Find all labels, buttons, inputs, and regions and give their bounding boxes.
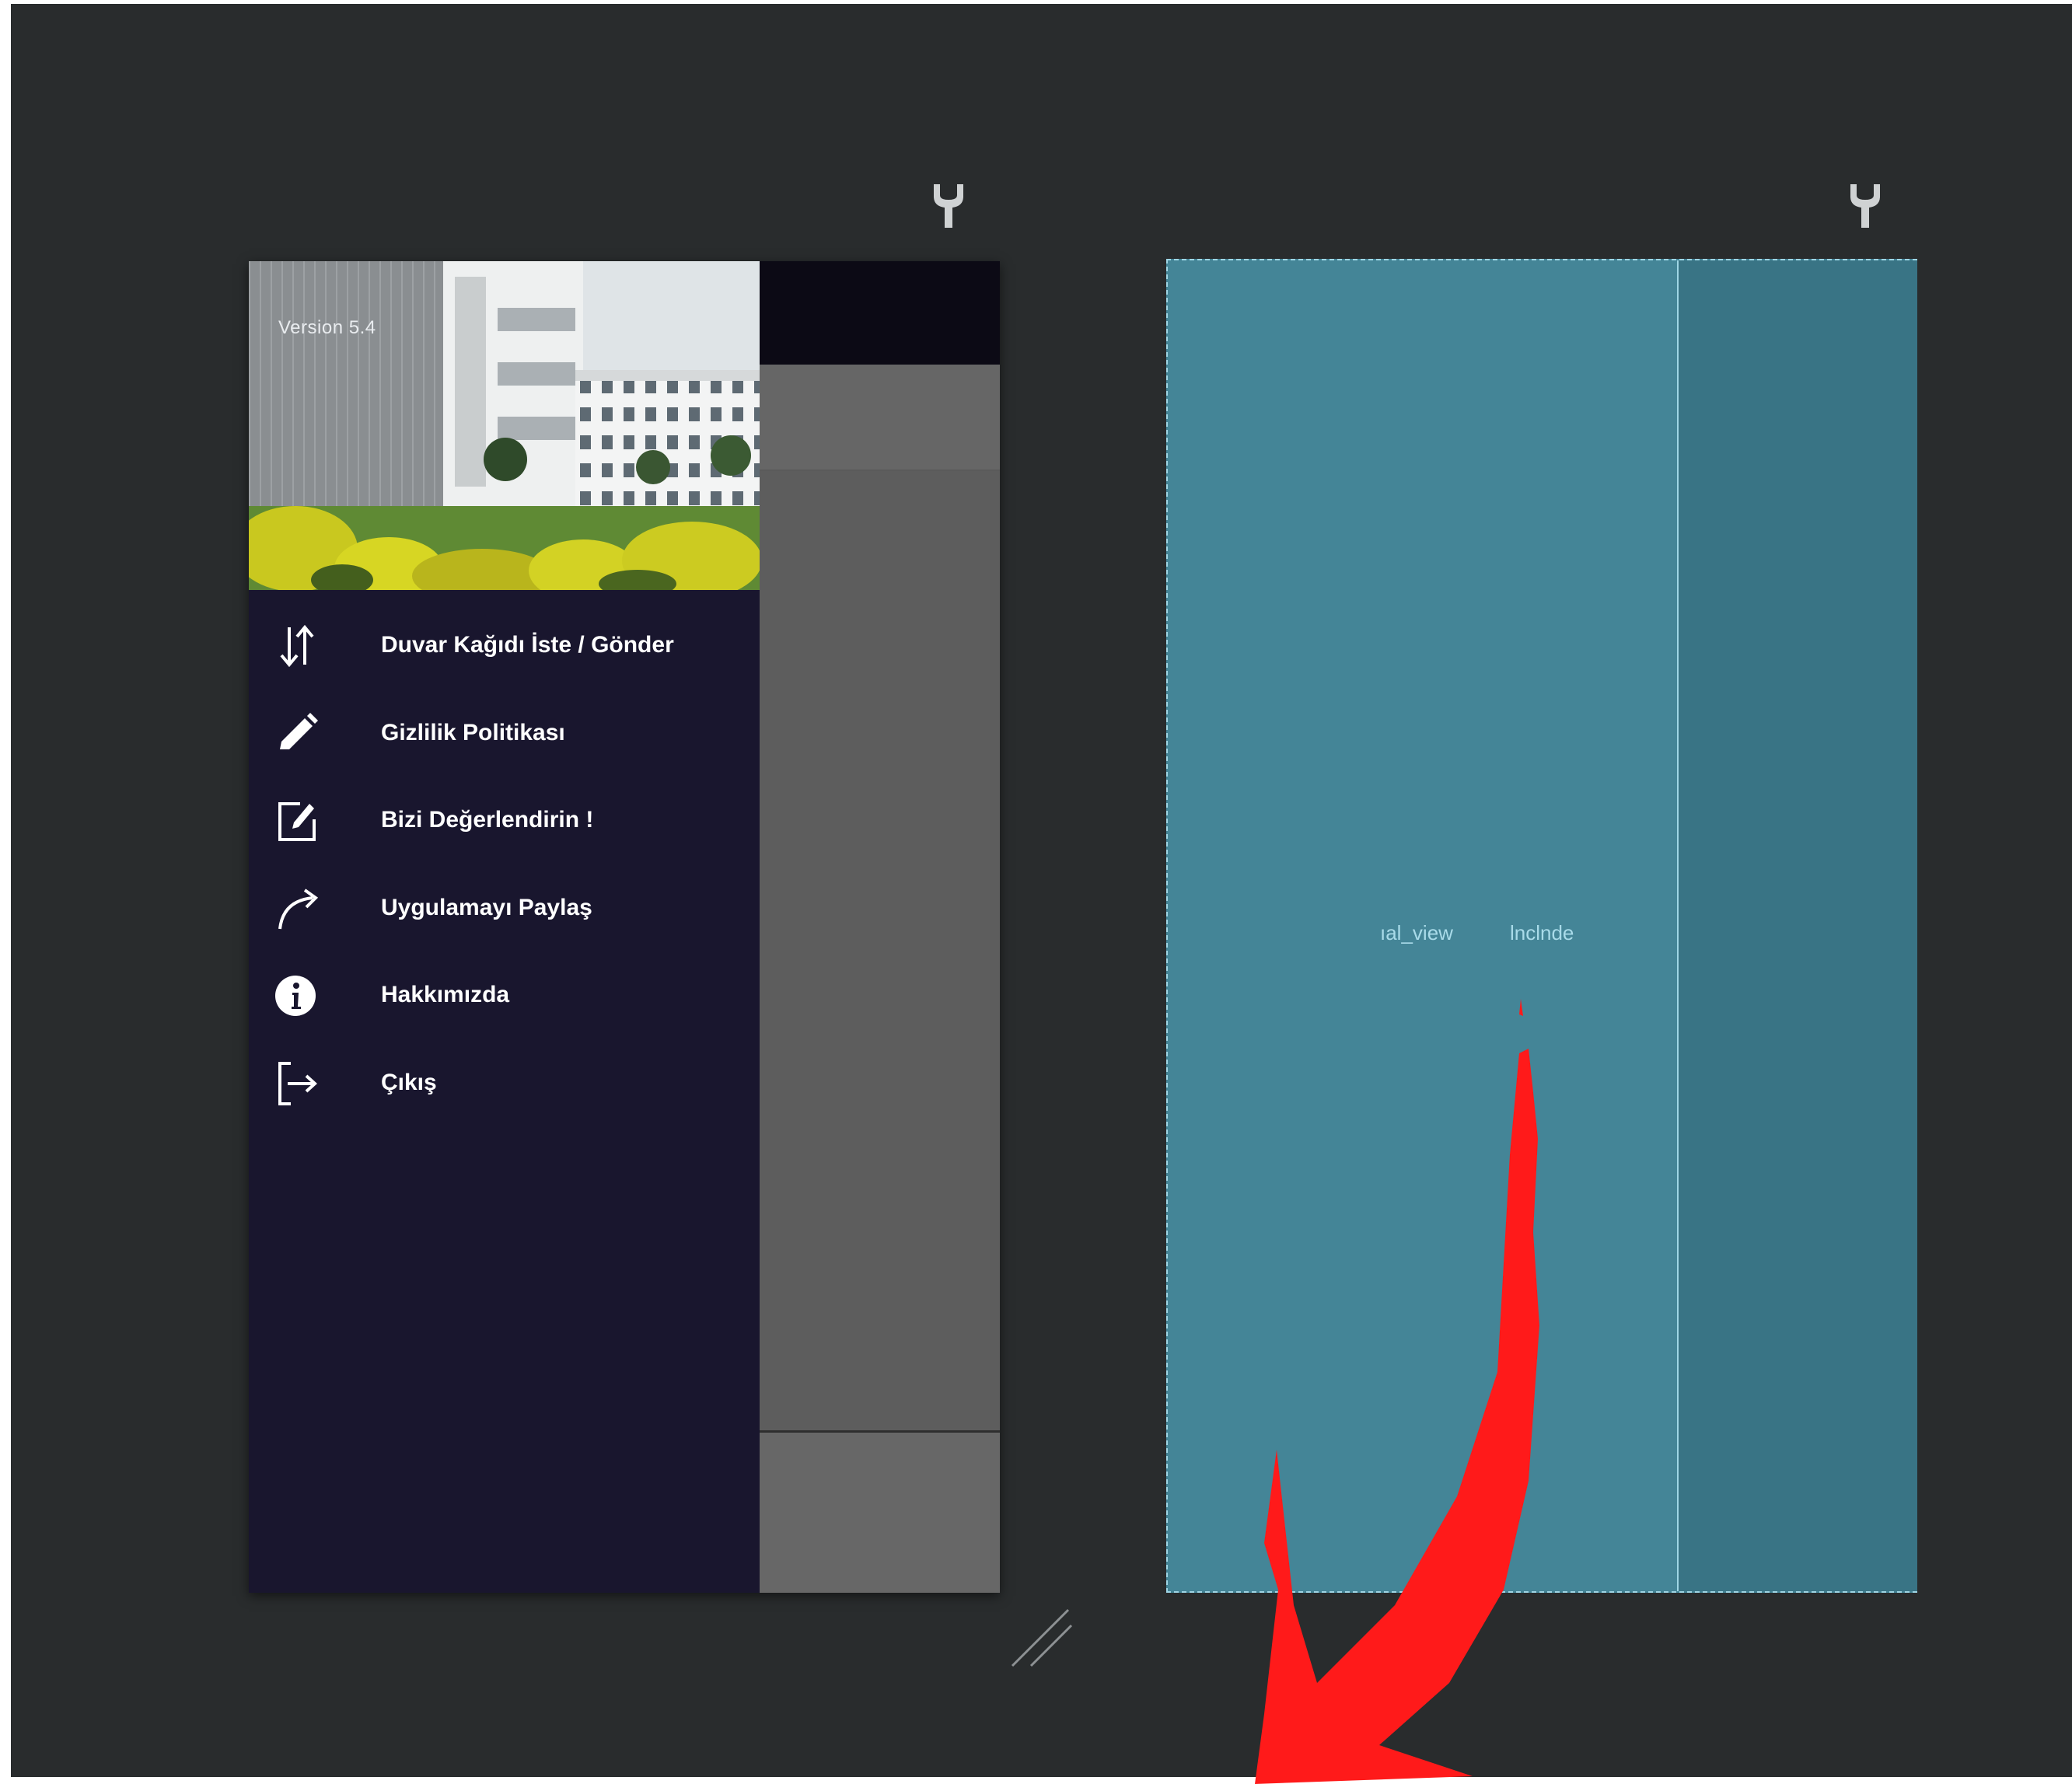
pencil-icon — [280, 713, 318, 749]
menu-item-share[interactable]: Uygulamayı Paylaş — [249, 868, 760, 946]
menu-item-privacy[interactable]: Gizlilik Politikası — [249, 693, 760, 771]
app-version-label: Version 5.4 — [278, 317, 376, 338]
menu-item-about[interactable]: Hakkımızda — [249, 955, 760, 1033]
menu-item-label: Duvar Kağıdı İste / Gönder — [381, 632, 674, 658]
design-preview[interactable]: Version 5.4 Duvar Kağıdı İste / Gönder G… — [249, 261, 1000, 1593]
resize-handle-icon[interactable] — [1011, 1605, 1073, 1667]
menu-item-rate[interactable]: Bizi Değerlendirin ! — [249, 780, 760, 858]
blueprint-include-label: lnclnde — [1510, 921, 1574, 944]
wrench-icon[interactable] — [1847, 181, 1883, 229]
blueprint-drawer-region — [1677, 260, 1917, 1591]
swap-vertical-icon — [280, 624, 314, 668]
menu-item-label: Hakkımızda — [381, 982, 510, 1007]
logout-icon — [278, 1062, 317, 1105]
layout-editor-canvas: Version 5.4 Duvar Kağıdı İste / Gönder G… — [11, 4, 2072, 1784]
red-arrow-annotation — [1255, 999, 1539, 1784]
menu-item-label: Uygulamayı Paylaş — [381, 895, 592, 920]
menu-item-label: Çıkış — [381, 1070, 437, 1095]
info-icon — [275, 976, 316, 1016]
menu-item-wallpaper[interactable]: Duvar Kağıdı İste / Gönder — [249, 606, 760, 683]
drawer-header-image: Version 5.4 — [249, 261, 760, 590]
navigation-drawer[interactable]: Version 5.4 Duvar Kağıdı İste / Gönder G… — [249, 261, 760, 1593]
share-arrow-icon — [278, 889, 319, 930]
campus-photo — [249, 261, 760, 590]
blueprint-view-label: ıal_view — [1380, 921, 1453, 944]
menu-item-label: Gizlilik Politikası — [381, 720, 565, 745]
menu-item-exit[interactable]: Çıkış — [249, 1043, 760, 1121]
menu-item-label: Bizi Değerlendirin ! — [381, 807, 594, 833]
bottom-bar — [759, 1430, 1000, 1593]
edit-square-icon — [278, 802, 316, 841]
wrench-icon[interactable] — [931, 181, 966, 229]
